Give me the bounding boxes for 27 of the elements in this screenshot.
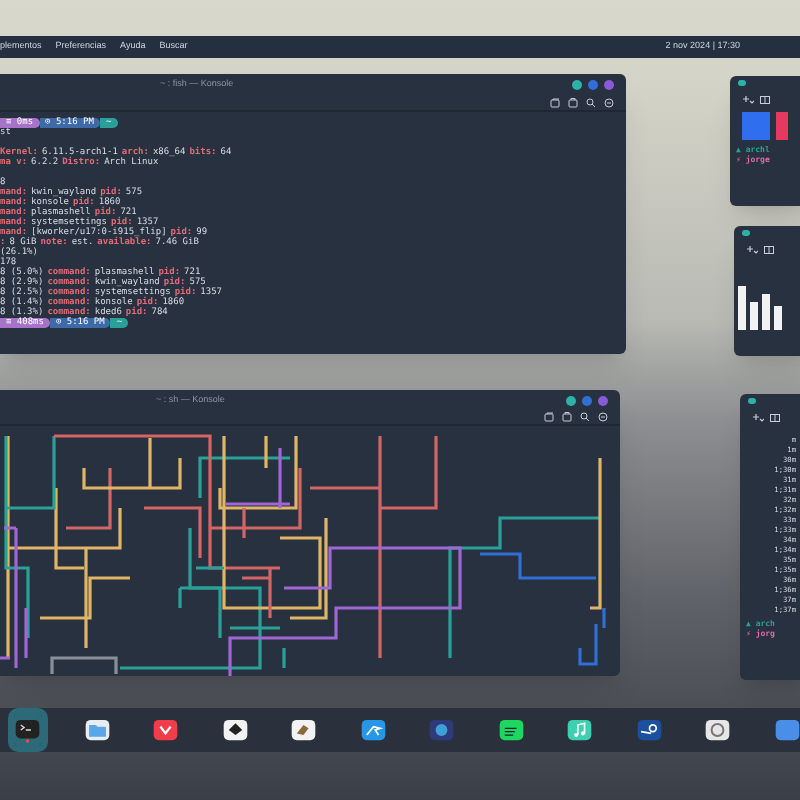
music-note-icon[interactable] <box>566 714 593 746</box>
split-view-icon[interactable] <box>562 412 572 422</box>
new-tab-icon[interactable] <box>746 244 758 254</box>
speaker-icon[interactable] <box>497 714 524 746</box>
steam-icon[interactable] <box>635 714 662 746</box>
logo-tile <box>742 112 770 140</box>
new-tab-icon[interactable] <box>544 412 554 422</box>
folder-icon[interactable] <box>83 714 110 746</box>
window-control-button[interactable] <box>748 398 756 404</box>
app-icon[interactable] <box>773 714 800 746</box>
search-icon[interactable] <box>580 412 590 422</box>
new-tab-icon[interactable] <box>752 412 764 422</box>
logo-tile <box>776 112 788 140</box>
split-view-icon[interactable] <box>764 245 774 253</box>
split-view-icon[interactable] <box>568 98 578 108</box>
v-logo-icon[interactable] <box>152 714 179 746</box>
settings-icon[interactable] <box>704 714 731 746</box>
new-tab-icon[interactable] <box>742 94 754 104</box>
window-control-button[interactable] <box>738 80 746 86</box>
window-control-button[interactable] <box>742 230 750 236</box>
menu-icon[interactable] <box>598 412 608 422</box>
menu-icon[interactable] <box>604 98 614 108</box>
search-icon[interactable] <box>586 98 596 108</box>
split-view-icon[interactable] <box>760 95 770 103</box>
split-view-icon[interactable] <box>770 413 780 421</box>
terminal-icon[interactable] <box>14 714 41 746</box>
new-tab-icon[interactable] <box>550 98 560 108</box>
